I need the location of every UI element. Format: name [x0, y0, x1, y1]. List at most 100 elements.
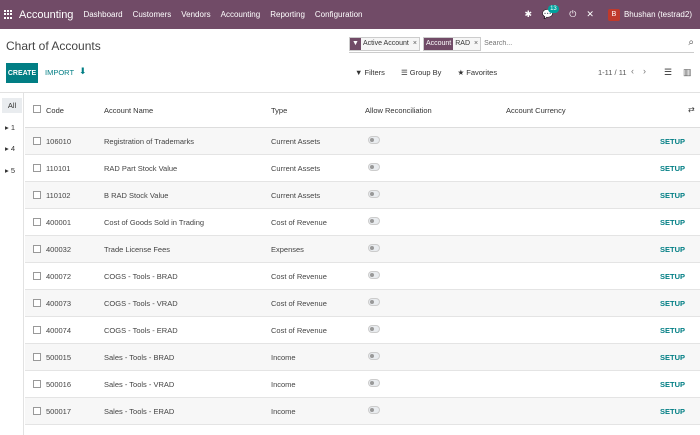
filters-button[interactable]: ▼ Filters — [355, 68, 393, 77]
menu-reporting[interactable]: Reporting — [270, 10, 305, 19]
account-code: 500017 — [46, 407, 72, 416]
search-bar[interactable]: ▼ Active Account × Account RAD × ⌕ — [349, 35, 694, 53]
chat-icon[interactable]: 💬 13 — [542, 5, 559, 20]
row-checkbox[interactable] — [33, 326, 41, 334]
list-view-icon[interactable]: ☰ — [664, 67, 672, 78]
close-icon[interactable]: × — [411, 40, 419, 47]
tools-icon[interactable]: ✕ — [586, 9, 594, 20]
reconcile-toggle[interactable] — [368, 325, 380, 333]
reconcile-toggle[interactable] — [368, 379, 380, 387]
reconcile-toggle[interactable] — [368, 190, 380, 198]
account-name: Trade License Fees — [104, 245, 171, 254]
download-icon[interactable]: ⬇ — [79, 66, 87, 77]
group-by-button[interactable]: ☰ Group By — [401, 68, 450, 77]
setup-button[interactable]: SETUP — [660, 299, 685, 308]
row-checkbox[interactable] — [33, 191, 41, 199]
close-icon[interactable]: × — [472, 40, 480, 47]
import-button[interactable]: IMPORT — [45, 68, 74, 77]
row-checkbox[interactable] — [33, 380, 41, 388]
systray: ✱ 💬 13 ⏻ ✕ B Bhushan (testrad2) — [515, 0, 692, 29]
chevron-left-icon[interactable]: ‹ — [631, 66, 634, 76]
favorites-label: Favorites — [466, 68, 498, 77]
setup-button[interactable]: SETUP — [660, 407, 685, 416]
reconcile-toggle[interactable] — [368, 244, 380, 252]
setup-button[interactable]: SETUP — [660, 380, 685, 389]
user-name[interactable]: Bhushan (testrad2) — [624, 10, 692, 19]
table-row[interactable]: 110102 B RAD Stock Value Current Assets SET… — [25, 182, 700, 209]
column-allow-reconciliation[interactable]: Allow Reconciliation — [365, 106, 432, 115]
panel-item-1[interactable]: ▸ 1 — [5, 123, 15, 132]
row-checkbox[interactable] — [33, 164, 41, 172]
pager-value[interactable]: 1-11 / 11 — [598, 68, 627, 77]
setup-button[interactable]: SETUP — [660, 218, 685, 227]
setup-button[interactable]: SETUP — [660, 326, 685, 335]
setup-button[interactable]: SETUP — [660, 245, 685, 254]
table-row[interactable]: 400072 COGS - Tools - BRAD Cost of Revenue… — [25, 263, 700, 290]
app-title[interactable]: Accounting — [19, 9, 73, 21]
table-row[interactable]: 400032 Trade License Fees Expenses SETUP — [25, 236, 700, 263]
setup-button[interactable]: SETUP — [660, 191, 685, 200]
reconcile-toggle[interactable] — [368, 136, 380, 144]
kanban-view-icon[interactable]: ▥ — [683, 67, 692, 78]
account-type: Income — [271, 380, 296, 389]
select-all-checkbox[interactable] — [33, 105, 41, 113]
facet-active-account[interactable]: ▼ Active Account × — [349, 36, 420, 51]
menu-accounting[interactable]: Accounting — [221, 10, 261, 19]
account-type: Current Assets — [271, 191, 321, 200]
setup-button[interactable]: SETUP — [660, 272, 685, 281]
account-type: Cost of Revenue — [271, 272, 327, 281]
table-row[interactable]: 500017 Sales - Tools - ERAD Income SETUP — [25, 398, 700, 425]
menu-dashboard[interactable]: Dashboard — [83, 10, 122, 19]
account-name: COGS - Tools - BRAD — [104, 272, 178, 281]
optional-columns-icon[interactable]: ⇄ — [688, 105, 695, 114]
row-checkbox[interactable] — [33, 407, 41, 415]
table-row[interactable]: 110101 RAD Part Stock Value Current Assets… — [25, 155, 700, 182]
reconcile-toggle[interactable] — [368, 217, 380, 225]
table-row[interactable]: 400074 COGS - Tools - ERAD Cost of Revenue… — [25, 317, 700, 344]
row-checkbox[interactable] — [33, 272, 41, 280]
menu-configuration[interactable]: Configuration — [315, 10, 363, 19]
row-checkbox[interactable] — [33, 218, 41, 226]
avatar[interactable]: B — [607, 8, 620, 21]
reconcile-toggle[interactable] — [368, 271, 380, 279]
account-code: 110101 — [46, 164, 71, 173]
row-checkbox[interactable] — [33, 245, 41, 253]
row-checkbox[interactable] — [33, 137, 41, 145]
panel-item-4[interactable]: ▸ 4 — [5, 144, 15, 153]
activity-clock-icon[interactable]: ⏻ — [569, 9, 576, 20]
reconcile-toggle[interactable] — [368, 352, 380, 360]
menu-vendors[interactable]: Vendors — [181, 10, 210, 19]
table-row[interactable]: 400001 Cost of Goods Sold in Trading Cost … — [25, 209, 700, 236]
column-account-currency[interactable]: Account Currency — [506, 106, 566, 115]
table-row[interactable]: 500015 Sales - Tools - BRAD Income SETUP — [25, 344, 700, 371]
panel-item-5[interactable]: ▸ 5 — [5, 166, 15, 175]
table-row[interactable]: 106010 Registration of Trademarks Current … — [25, 128, 700, 155]
reconcile-toggle[interactable] — [368, 163, 380, 171]
table-row[interactable]: 500016 Sales - Tools - VRAD Income SETUP — [25, 371, 700, 398]
search-input[interactable] — [484, 40, 605, 47]
reconcile-toggle[interactable] — [368, 406, 380, 414]
account-name: B RAD Stock Value — [104, 191, 169, 200]
column-code[interactable]: Code — [46, 106, 64, 115]
menu-customers[interactable]: Customers — [133, 10, 172, 19]
row-checkbox[interactable] — [33, 299, 41, 307]
column-account-name[interactable]: Account Name — [104, 106, 153, 115]
favorites-button[interactable]: ★ Favorites — [457, 68, 505, 77]
panel-item-all[interactable]: All — [2, 98, 22, 113]
account-name: RAD Part Stock Value — [104, 164, 178, 173]
setup-button[interactable]: SETUP — [660, 137, 685, 146]
setup-button[interactable]: SETUP — [660, 353, 685, 362]
setup-button[interactable]: SETUP — [660, 164, 685, 173]
create-button[interactable]: CREATE — [6, 63, 38, 83]
reconcile-toggle[interactable] — [368, 298, 380, 306]
table-row[interactable]: 400073 COGS - Tools - VRAD Cost of Revenue… — [25, 290, 700, 317]
facet-account[interactable]: Account RAD × — [422, 36, 482, 51]
column-type[interactable]: Type — [271, 106, 287, 115]
account-type: Current Assets — [271, 137, 321, 146]
chevron-right-icon[interactable]: › — [643, 66, 646, 76]
panel-item-label: 5 — [10, 166, 16, 175]
apps-menu-icon[interactable] — [4, 9, 14, 20]
bug-icon[interactable]: ✱ — [525, 9, 533, 20]
row-checkbox[interactable] — [33, 353, 41, 361]
search-icon[interactable]: ⌕ — [688, 37, 694, 48]
